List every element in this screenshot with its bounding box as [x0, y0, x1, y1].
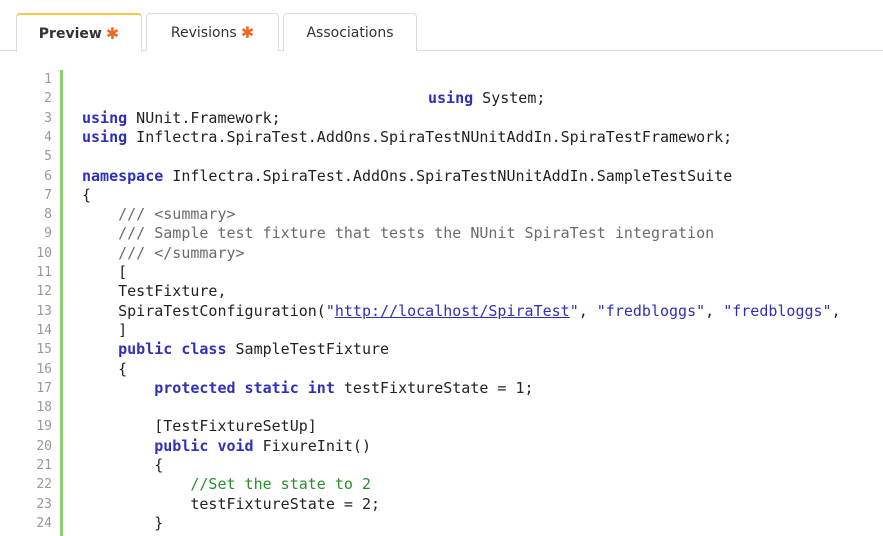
line-number: 24 [36, 515, 52, 531]
code-line: /// <summary> [82, 205, 236, 224]
code-token: { [82, 456, 164, 474]
tab-associations[interactable]: Associations [283, 13, 417, 51]
code-content: using System; using NUnit.Framework; using… [82, 68, 883, 536]
code-token: public void [82, 436, 254, 455]
code-token: { [82, 185, 92, 204]
code-token: "fredbloggs" [596, 301, 706, 320]
code-token: /// </summary> [82, 243, 245, 262]
tab-bar: Preview ✱ Revisions ✱ Associations [0, 0, 883, 52]
code-line: using System; [428, 89, 545, 108]
line-number: 11 [36, 265, 52, 280]
code-token: SampleTestFixture [226, 340, 390, 359]
tab-revisions-label: Revisions [170, 24, 237, 41]
code-token: System; [473, 89, 546, 108]
code-token: [ [82, 263, 128, 281]
code-line: { [82, 186, 91, 205]
code-token: SpiraTestConfiguration( [82, 301, 326, 320]
line-number: 12 [36, 284, 52, 300]
line-number: 6 [44, 168, 52, 184]
tab-preview[interactable]: Preview ✱ [16, 13, 142, 52]
code-line: } [82, 514, 163, 533]
line-number: 10 [36, 245, 52, 261]
code-line: [ [82, 263, 127, 282]
code-line: public class SampleTestFixture [82, 340, 389, 359]
code-line: { [82, 360, 127, 379]
line-number: 16 [36, 361, 52, 377]
code-token: FixureInit() [253, 436, 371, 455]
code-line: protected static int testFixtureState = … [82, 378, 534, 398]
code-token: testFixtureState = 1; [334, 378, 534, 397]
code-line: /// </summary> [82, 243, 245, 263]
line-number: 3 [44, 110, 52, 126]
line-number: 13 [36, 303, 52, 319]
code-line: using NUnit.Framework; [82, 109, 281, 128]
tab-preview-label: Preview [38, 25, 102, 42]
code-token: TestFixture, [82, 282, 227, 301]
line-number-gutter: 1 2 3 4 5 6 7 8 9 10 11 12 13 14 15 16 17 18 19 20 21 22 23 24 [0, 68, 60, 536]
code-line: ] [82, 321, 127, 340]
code-token: { [82, 359, 128, 378]
code-token: namespace [82, 166, 164, 185]
code-token: " [325, 301, 335, 320]
code-token: testFixtureState = 2; [82, 494, 381, 513]
code-line: namespace Inflectra.SpiraTest.AddOns.Spi… [82, 167, 732, 186]
code-line: //Set the state to 2 [82, 475, 371, 494]
line-number: 23 [36, 496, 52, 512]
code-line: /// Sample test fixture that tests the N… [82, 224, 714, 243]
modified-star-icon: ✱ [105, 24, 120, 43]
tab-revisions[interactable]: Revisions ✱ [146, 13, 279, 51]
line-number: 20 [36, 438, 52, 454]
line-number: 15 [36, 342, 52, 358]
code-link[interactable]: http://localhost/SpiraTest [335, 302, 570, 320]
code-line: public void FixureInit() [82, 437, 371, 456]
code-line: SpiraTestConfiguration("http://localhost… [82, 302, 841, 321]
code-token: using [428, 89, 474, 108]
line-number: 21 [36, 458, 52, 473]
line-number: 4 [44, 129, 52, 145]
line-number: 19 [36, 419, 52, 435]
line-number: 8 [44, 207, 52, 223]
gutter-change-bar [60, 70, 63, 536]
code-token: } [82, 513, 164, 532]
code-token: Inflectra.SpiraTest.AddOns.SpiraTestNUni… [127, 127, 733, 146]
code-token: , [705, 301, 724, 320]
line-number: 18 [36, 400, 52, 416]
modified-star-icon: ✱ [240, 23, 255, 42]
code-token: using [82, 108, 128, 127]
code-token: NUnit.Framework; [127, 108, 281, 127]
code-token: /// <summary> [82, 205, 236, 224]
code-token: "fredbloggs" [723, 301, 832, 320]
line-number: 9 [44, 226, 52, 242]
code-line: { [82, 456, 163, 475]
line-number: 1 [44, 72, 52, 87]
line-number: 2 [44, 91, 52, 107]
code-token: Inflectra.SpiraTest.AddOns.SpiraTestNUni… [163, 166, 733, 185]
line-number: 22 [36, 477, 52, 493]
line-number: 5 [44, 149, 52, 165]
line-number: 17 [36, 380, 52, 396]
code-token: /// Sample test fixture that tests the N… [82, 224, 715, 243]
code-line: using Inflectra.SpiraTest.AddOns.SpiraTe… [82, 128, 732, 147]
tab-associations-label: Associations [306, 24, 394, 41]
code-token: , [578, 301, 597, 320]
code-token: " [569, 301, 579, 320]
code-line: TestFixture, [82, 282, 227, 301]
code-token: , [831, 301, 841, 320]
code-line: testFixtureState = 2; [82, 495, 380, 514]
code-token: using [82, 127, 128, 146]
code-token: protected static int [82, 378, 335, 397]
code-token: ] [82, 320, 128, 339]
line-number: 7 [44, 187, 52, 203]
code-line: [TestFixtureSetUp] [82, 417, 317, 436]
code-preview-editor[interactable]: 1 2 3 4 5 6 7 8 9 10 11 12 13 14 15 16 17 18 19 20 21 22 23 24 … [0, 68, 883, 536]
line-number: 14 [36, 322, 52, 338]
code-token: [TestFixtureSetUp] [82, 417, 317, 436]
code-token: //Set the state to 2 [82, 475, 371, 494]
code-token: public class [82, 340, 227, 359]
